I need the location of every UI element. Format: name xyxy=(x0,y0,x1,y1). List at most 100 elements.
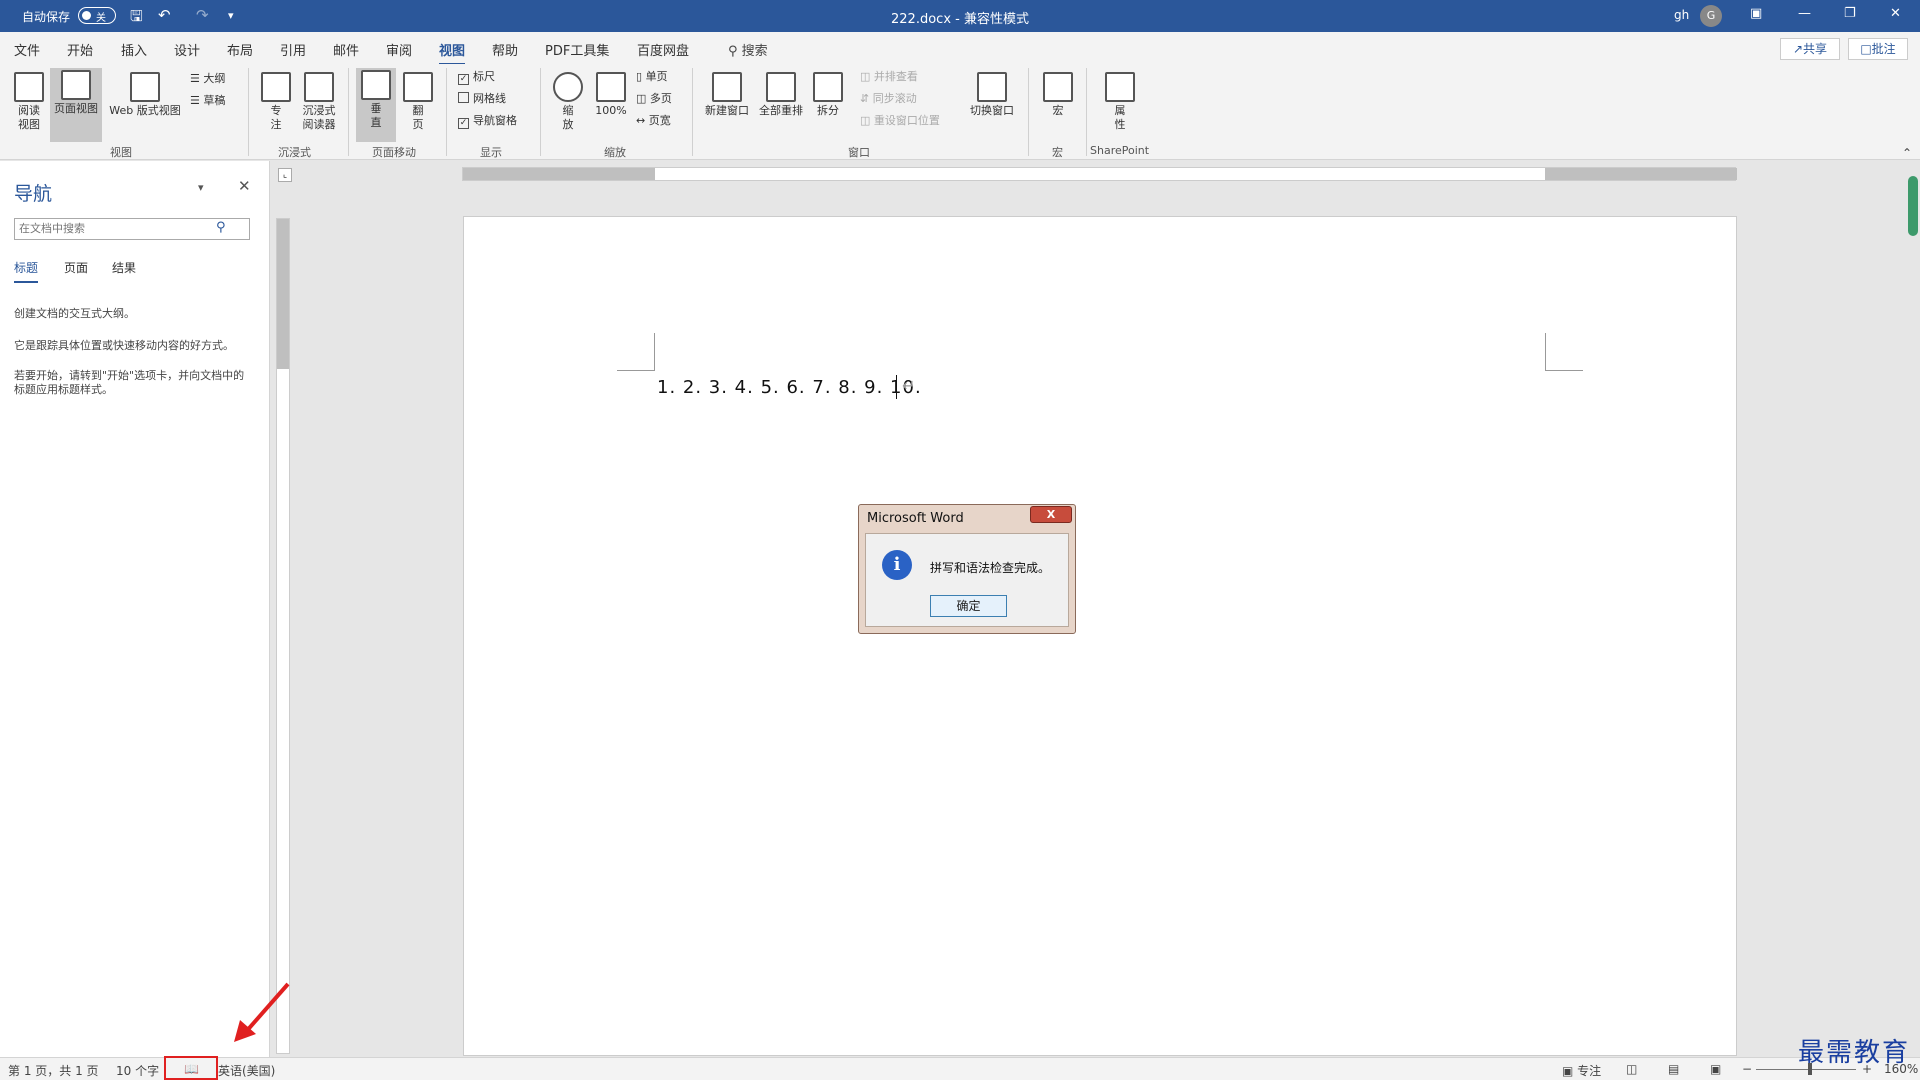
nav-tab-results[interactable]: 结果 xyxy=(112,259,136,276)
print-layout-button[interactable]: 页面视图 xyxy=(50,68,102,142)
horizontal-ruler[interactable] xyxy=(462,167,1737,181)
minimize-icon[interactable]: — xyxy=(1798,6,1811,21)
close-icon[interactable]: ✕ xyxy=(1890,6,1901,21)
arrange-all-button[interactable]: 全部重排 xyxy=(756,70,806,118)
tab-pdf-tools[interactable]: PDF工具集 xyxy=(545,40,609,59)
focus-mode-button[interactable]: ▣ 专注 xyxy=(1562,1062,1601,1079)
tell-me-search[interactable]: ⚲ 搜索 xyxy=(728,40,768,59)
nav-pane-checkbox[interactable]: ✓ 导航窗格 xyxy=(458,112,517,130)
tab-help[interactable]: 帮助 xyxy=(492,40,518,59)
user-name[interactable]: gh xyxy=(1674,8,1689,22)
ruler-checkbox[interactable]: ✓ 标尺 xyxy=(458,68,495,86)
avatar[interactable]: G xyxy=(1700,5,1722,27)
restore-icon[interactable]: ❐ xyxy=(1844,6,1856,21)
tab-selector-icon[interactable]: ⌞ xyxy=(278,168,292,182)
side-to-side-button[interactable]: 翻 页 xyxy=(400,70,436,132)
zoom-out-icon[interactable]: − xyxy=(1742,1062,1752,1076)
close-icon[interactable]: ✕ xyxy=(238,177,251,195)
tab-design[interactable]: 设计 xyxy=(174,40,200,59)
tab-baidu-netdisk[interactable]: 百度网盘 xyxy=(637,40,689,59)
split-button[interactable]: 拆分 xyxy=(810,70,846,118)
outline-icon: ☰ xyxy=(190,72,204,85)
check-icon: ✓ xyxy=(458,118,469,129)
properties-label: 属 性 xyxy=(1114,104,1126,131)
tab-mailings[interactable]: 邮件 xyxy=(333,40,359,59)
gridlines-checkbox[interactable]: 网格线 xyxy=(458,90,506,108)
sync-scroll-button[interactable]: ⇵ 同步滚动 xyxy=(860,90,917,108)
navigation-pane: 导航 ▾ ✕ ⚲ 标题 页面 结果 创建文档的交互式大纲。 它是跟踪具体位置或快… xyxy=(0,161,270,1057)
zoom-slider[interactable] xyxy=(1756,1069,1856,1070)
switch-windows-button[interactable]: 切换窗口 xyxy=(966,70,1018,118)
status-bar: 第 1 页，共 1 页 10 个字 📖 英语(美国) ▣ 专注 ◫ ▤ ▣ − … xyxy=(0,1057,1920,1080)
focus-mode-label: 专注 xyxy=(1577,1064,1602,1078)
draft-label: 草稿 xyxy=(203,94,226,107)
comments-button[interactable]: □批注 xyxy=(1848,38,1908,60)
comments-label: 批注 xyxy=(1871,42,1896,56)
share-button[interactable]: ↗共享 xyxy=(1780,38,1840,60)
dialog-close-button[interactable]: X xyxy=(1030,506,1072,523)
highlight-box xyxy=(164,1056,218,1080)
read-mode-button[interactable]: 阅读 视图 xyxy=(10,70,48,132)
word-count[interactable]: 10 个字 xyxy=(116,1062,159,1079)
multiple-pages-button[interactable]: ◫ 多页 xyxy=(636,90,672,108)
tab-layout[interactable]: 布局 xyxy=(227,40,253,59)
ruler-label: 标尺 xyxy=(473,70,495,83)
zoom-100-button[interactable]: 100% xyxy=(592,70,630,118)
document-title: 222.docx - 兼容性模式 xyxy=(891,12,1029,27)
group-separator xyxy=(348,68,349,156)
sync-scroll-label: 同步滚动 xyxy=(872,92,917,105)
side-by-side-icon: ◫ xyxy=(860,70,874,83)
tab-file[interactable]: 文件 xyxy=(14,40,40,59)
new-window-button[interactable]: 新建窗口 xyxy=(702,70,752,118)
print-layout-view-icon[interactable]: ▤ xyxy=(1668,1062,1679,1076)
ribbon-display-icon[interactable]: ▣ xyxy=(1750,6,1762,21)
check-icon: ✓ xyxy=(458,74,469,85)
print-layout-label: 页面视图 xyxy=(54,102,98,115)
web-layout-button[interactable]: Web 版式视图 xyxy=(104,70,186,118)
document-page[interactable]: 1. 2. 3. 4. 5. 6. 7. 8. 9. 10. ↵ xyxy=(463,216,1737,1056)
vertical-scrollbar[interactable] xyxy=(1908,176,1918,236)
read-mode-view-icon[interactable]: ◫ xyxy=(1626,1062,1637,1076)
web-layout-view-icon[interactable]: ▣ xyxy=(1710,1062,1721,1076)
draft-button[interactable]: ☰ 草稿 xyxy=(190,92,225,110)
nav-pane-label: 导航窗格 xyxy=(473,114,517,127)
tab-review[interactable]: 审阅 xyxy=(386,40,412,59)
reset-window-button[interactable]: ◫ 重设窗口位置 xyxy=(860,112,940,130)
language-status[interactable]: 英语(美国) xyxy=(218,1062,275,1079)
tab-view[interactable]: 视图 xyxy=(439,40,466,66)
nav-search-input[interactable] xyxy=(14,218,250,240)
tab-references[interactable]: 引用 xyxy=(280,40,306,59)
nav-tab-pages[interactable]: 页面 xyxy=(64,259,88,276)
tab-insert[interactable]: 插入 xyxy=(121,40,147,59)
tab-home[interactable]: 开始 xyxy=(67,40,93,59)
view-side-by-side-button[interactable]: ◫ 并排查看 xyxy=(860,68,918,86)
vertical-button[interactable]: 垂 直 xyxy=(356,68,396,142)
page-count[interactable]: 第 1 页，共 1 页 xyxy=(8,1062,99,1079)
focus-button[interactable]: 专 注 xyxy=(258,70,294,132)
group-separator xyxy=(446,68,447,156)
group-separator xyxy=(540,68,541,156)
web-layout-label: Web 版式视图 xyxy=(109,104,181,117)
nav-title: 导航 xyxy=(14,183,53,205)
nav-help-text-3: 若要开始，请转到"开始"选项卡，并向文档中的标题应用标题样式。 xyxy=(14,369,245,396)
vertical-ruler[interactable] xyxy=(276,218,290,1054)
ruler-margin-left xyxy=(463,168,655,180)
zoom-100-label: 100% xyxy=(595,104,627,117)
search-icon[interactable]: ⚲ xyxy=(216,220,226,235)
side-to-side-label: 翻 页 xyxy=(412,104,424,131)
dialog-message: 拼写和语法检查完成。 xyxy=(930,561,1051,575)
properties-button[interactable]: 属 性 xyxy=(1100,70,1140,132)
draft-icon: ☰ xyxy=(190,94,204,107)
watermark-logo: 最需教育 xyxy=(1798,1038,1911,1068)
one-page-button[interactable]: ▯ 单页 xyxy=(636,68,668,86)
zoom-button[interactable]: 缩 放 xyxy=(550,70,586,132)
document-text[interactable]: 1. 2. 3. 4. 5. 6. 7. 8. 9. 10. xyxy=(657,377,922,398)
macros-button[interactable]: 宏 xyxy=(1038,70,1078,118)
ok-button[interactable]: 确定 xyxy=(930,595,1007,617)
nav-options-icon[interactable]: ▾ xyxy=(198,181,204,194)
page-width-button[interactable]: ↔ 页宽 xyxy=(636,112,671,130)
immersive-reader-button[interactable]: 沉浸式 阅读器 xyxy=(296,70,342,132)
collapse-ribbon-icon[interactable]: ⌃ xyxy=(1902,146,1912,160)
nav-tab-headings[interactable]: 标题 xyxy=(14,259,39,283)
outline-button[interactable]: ☰ 大纲 xyxy=(190,70,225,88)
